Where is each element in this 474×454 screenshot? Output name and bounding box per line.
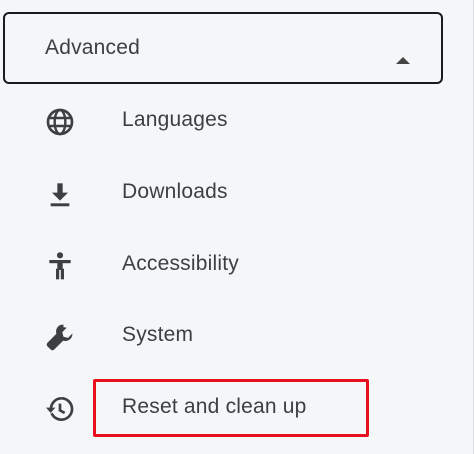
sidebar-item-label: System [122, 323, 194, 346]
settings-sidebar: Advanced Languages Downloads Accessibili… [0, 0, 474, 454]
sidebar-item-downloads[interactable]: Downloads [0, 162, 440, 222]
advanced-section-label: Advanced [45, 36, 141, 59]
sidebar-item-languages[interactable]: Languages [0, 90, 440, 150]
triangle-up-icon [396, 57, 410, 64]
highlight-box [93, 379, 369, 437]
sidebar-item-label: Languages [122, 108, 228, 131]
globe-icon [44, 106, 76, 138]
advanced-section-toggle[interactable]: Advanced [3, 12, 443, 84]
sidebar-item-system[interactable]: System [0, 305, 440, 365]
download-icon [44, 178, 76, 210]
sidebar-item-accessibility[interactable]: Accessibility [0, 234, 440, 294]
accessibility-icon [44, 250, 76, 282]
wrench-icon [44, 321, 76, 353]
sidebar-item-label: Accessibility [122, 252, 239, 275]
history-icon [44, 393, 76, 425]
sidebar-item-label: Downloads [122, 180, 228, 203]
